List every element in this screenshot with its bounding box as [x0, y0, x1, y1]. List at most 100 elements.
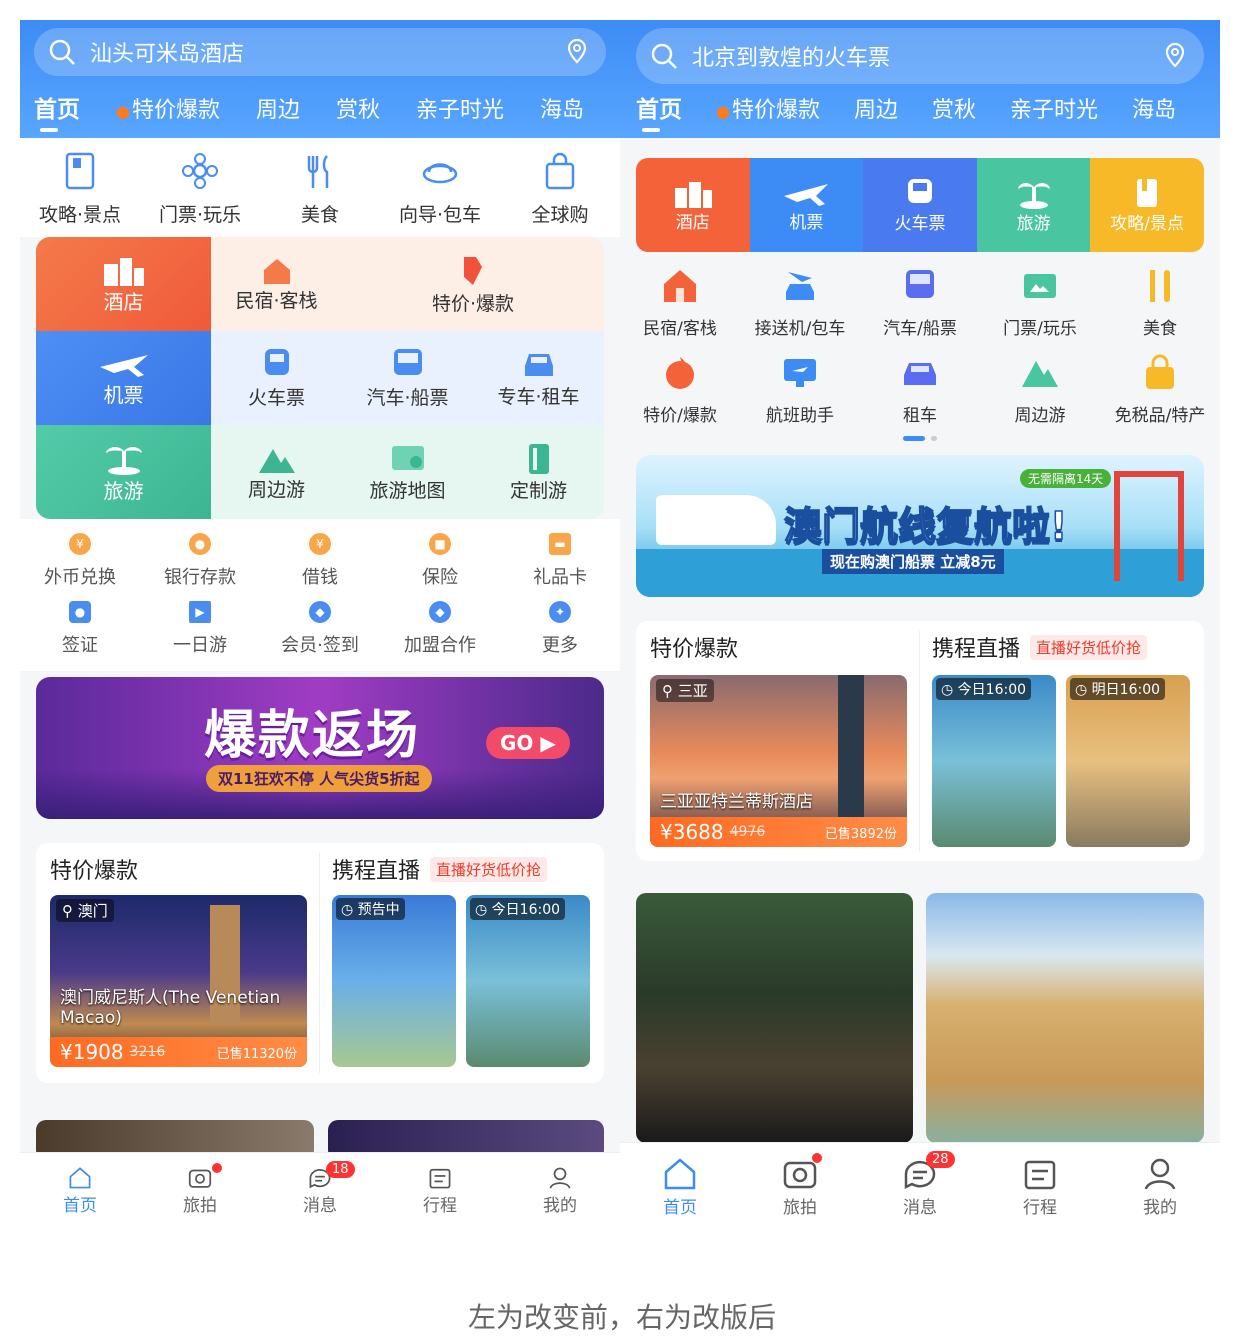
deal-sold: 已售11320份 [216, 1046, 298, 1062]
live-tagline: 直播好货低价抢 [1030, 634, 1148, 660]
deal-product-card[interactable]: ⚲ 澳门 澳门威尼斯人(The Venetian Macao) ¥1908 32… [50, 895, 308, 1067]
hotel-tile[interactable]: 酒店 [36, 237, 211, 331]
airport-transfer[interactable]: 接送机/包车 [742, 266, 858, 339]
tab-nearby[interactable]: 周边 [256, 92, 300, 124]
book-icon [65, 152, 95, 190]
deal-price: ¥1908 [60, 1040, 124, 1064]
insurance[interactable]: ■ 保险 [384, 533, 496, 589]
search-bar[interactable]: 北京到敦煌的火车票 [636, 28, 1204, 84]
tab-autumn[interactable]: 赏秋 [336, 92, 380, 124]
live-card-1[interactable]: ◷ 今日16:00 [932, 675, 1056, 847]
nav-profile-label: 我的 [1143, 1198, 1177, 1218]
deal-product-card[interactable]: ⚲ 三亚 三亚亚特兰蒂斯酒店 ¥3688 4976 已售3892份 [650, 675, 907, 847]
search-icon [49, 39, 75, 65]
tab-family[interactable]: 亲子时光 [416, 92, 504, 124]
live-card-2[interactable]: ◷ 今日16:00 [466, 895, 590, 1067]
feed-photo-desert[interactable] [926, 893, 1204, 1143]
photo-dot [812, 1153, 822, 1163]
bus-ship[interactable]: 汽车/船票 [862, 266, 978, 339]
flight-assistant[interactable]: 航班助手 [742, 353, 858, 426]
message-badge: 28 [926, 1151, 955, 1168]
deal-old-price: 3216 [129, 1044, 166, 1060]
visa[interactable]: ● 签证 [24, 601, 136, 657]
global-shopping[interactable]: 全球购 [504, 150, 616, 227]
tab-home[interactable]: 首页 [636, 90, 682, 132]
car-rental[interactable]: 租车 [862, 353, 978, 426]
message-badge: 18 [326, 1161, 355, 1178]
promo-banner[interactable]: 爆款返场 GO ▶ 双11狂欢不停 人气尖货5折起 [36, 677, 604, 819]
nav-photo[interactable]: 旅拍 [150, 1163, 250, 1216]
nav-home[interactable]: 首页 [30, 1165, 130, 1216]
currency-exchange[interactable]: ¥ 外币兑换 [24, 533, 136, 589]
nearby-tour[interactable]: 周边游 [982, 353, 1098, 426]
nav-itinerary[interactable]: 行程 [990, 1155, 1090, 1225]
nav-photo[interactable]: 旅拍 [750, 1153, 850, 1225]
bank-deposit[interactable]: ● 银行存款 [144, 533, 256, 589]
map-tile[interactable]: 旅游地图 [342, 425, 473, 519]
nearby-tile[interactable]: 周边游 [211, 425, 342, 519]
go-button[interactable]: GO ▶ [486, 727, 570, 759]
car-rental-label: 租车 [903, 406, 937, 426]
nav-profile[interactable]: 我的 [510, 1165, 610, 1216]
homestay[interactable]: 民宿/客栈 [622, 266, 738, 339]
tab-nearby[interactable]: 周边 [854, 92, 898, 124]
gift-card[interactable]: ▬ 礼品卡 [504, 533, 616, 589]
nav-home[interactable]: 首页 [630, 1155, 730, 1225]
hotel-label: 酒店 [675, 212, 710, 233]
passport-icon: ● [69, 601, 91, 623]
loan[interactable]: ¥ 借钱 [264, 533, 376, 589]
plane-icon [784, 183, 829, 206]
macau-banner[interactable]: 澳门航线复航啦! 现在购澳门船票 立减8元 无需隔离14天 [636, 455, 1204, 597]
tab-home[interactable]: 首页 [34, 90, 80, 132]
tab-family[interactable]: 亲子时光 [1010, 92, 1098, 124]
travel-tile[interactable]: 旅游 [976, 158, 1091, 252]
flight-assistant-label: 航班助手 [766, 406, 834, 426]
location-icon[interactable] [562, 37, 592, 67]
duty-free[interactable]: 免税品/特产 [1102, 353, 1218, 426]
train-tile[interactable]: 火车票 [211, 331, 342, 425]
nav-messages[interactable]: 18 消息 [270, 1161, 370, 1216]
member-checkin[interactable]: ◆ 会员·签到 [264, 601, 376, 657]
more[interactable]: ✦ 更多 [504, 601, 616, 657]
bus-ship-label: 汽车·船票 [366, 386, 449, 409]
tab-autumn[interactable]: 赏秋 [932, 92, 976, 124]
top-icon-row: 攻略·景点 门票·玩乐 美食 向导·包车 全球购 [20, 138, 620, 237]
deals-tile[interactable]: 特价·爆款 [342, 237, 604, 331]
food[interactable]: 美食 [264, 150, 376, 227]
fire-badge-icon [666, 357, 694, 389]
guide-charter[interactable]: 向导·包车 [384, 150, 496, 227]
guide-tile[interactable]: 攻略/景点 [1090, 158, 1204, 252]
tab-island[interactable]: 海岛 [540, 92, 584, 124]
tickets-fun[interactable]: 门票·玩乐 [144, 150, 256, 227]
franchise[interactable]: ◆ 加盟合作 [384, 601, 496, 657]
food[interactable]: 美食 [1102, 266, 1218, 339]
guide-attractions[interactable]: 攻略·景点 [24, 150, 136, 227]
tab-island[interactable]: 海岛 [1132, 92, 1176, 124]
bus-ship-tile[interactable]: 汽车·船票 [342, 331, 473, 425]
nav-messages[interactable]: 28 消息 [870, 1151, 970, 1225]
train-tile[interactable]: 火车票 [863, 158, 977, 252]
car-rental-tile[interactable]: 专车·租车 [473, 331, 604, 425]
flight-tile[interactable]: 机票 [36, 331, 211, 425]
homestay-tile[interactable]: 民宿·客栈 [211, 237, 342, 331]
day-tour[interactable]: ▶ 一日游 [144, 601, 256, 657]
travel-tile[interactable]: 旅游 [36, 425, 211, 519]
tab-deals[interactable]: ●特价爆款 [116, 92, 220, 124]
deals[interactable]: 特价/爆款 [622, 353, 738, 426]
live-card-1[interactable]: ◷ 预告中 [332, 895, 456, 1067]
location-tag: ⚲ 澳门 [56, 899, 114, 922]
hotel-tile[interactable]: 酒店 [636, 158, 750, 252]
nav-messages-label: 消息 [303, 1196, 337, 1216]
custom-tour-tile[interactable]: 定制游 [473, 425, 604, 519]
photo-dot [212, 1163, 222, 1173]
feed-photo-village[interactable] [636, 893, 913, 1143]
live-card-2[interactable]: ◷ 明日16:00 [1066, 675, 1190, 847]
search-bar[interactable]: 汕头可米岛酒店 [34, 28, 606, 76]
flight-tile[interactable]: 机票 [749, 158, 864, 252]
tab-deals[interactable]: ●特价爆款 [716, 92, 820, 124]
nav-itinerary[interactable]: 行程 [390, 1165, 490, 1216]
tickets-fun[interactable]: 门票/玩乐 [982, 266, 1098, 339]
location-icon[interactable] [1160, 41, 1190, 71]
nav-profile[interactable]: 我的 [1110, 1155, 1210, 1225]
food-label: 美食 [1143, 319, 1177, 339]
